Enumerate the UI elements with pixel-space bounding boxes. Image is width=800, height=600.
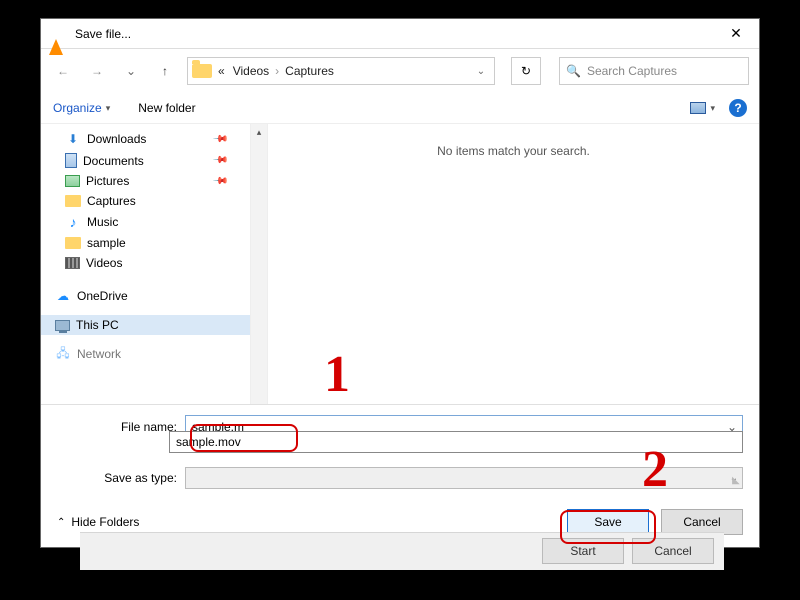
sidebar-item-downloads[interactable]: ⬇ Downloads 📌 [41,128,250,150]
path-dropdown[interactable]: ⌄ [472,66,490,77]
view-icon [690,102,706,114]
save-label: Save [594,515,621,529]
background-dialog: Start Cancel [80,532,724,570]
new-folder-button[interactable]: New folder [138,101,195,115]
organize-label: Organize [53,101,102,115]
nav-row: ← → ⌄ ↑ « Videos › Captures ⌄ ↻ 🔍 Search… [41,49,759,93]
resize-grip-icon: ◢ [732,475,740,486]
pin-icon: 📌 [211,152,228,169]
close-button[interactable]: ✕ [721,25,751,42]
savetype-row: Save as type: ⌄ ◢ [57,467,743,489]
music-icon: ♪ [65,214,81,230]
savetype-label: Save as type: [57,471,177,485]
sidebar-item-label: Videos [86,256,122,270]
savetype-dropdown[interactable]: ⌄ ◢ [185,467,743,489]
bg-start-button[interactable]: Start [542,538,624,564]
sidebar-item-documents[interactable]: Documents 📌 [41,150,250,171]
bg-cancel-button[interactable]: Cancel [632,538,714,564]
document-icon [65,153,77,168]
sidebar-scrollbar[interactable]: ▴ [251,124,268,404]
toolbar: Organize ▾ New folder ▾ ? [41,93,759,124]
sidebar-item-label: This PC [76,318,119,332]
search-icon: 🔍 [566,64,581,78]
bg-cancel-label: Cancel [654,544,691,558]
view-area: ⬇ Downloads 📌 Documents 📌 Pictures 📌 Capture… [41,124,759,404]
sidebar-item-label: Network [77,347,121,361]
filename-label: File name: [57,420,177,434]
organize-button[interactable]: Organize ▾ [53,101,110,115]
bg-start-label: Start [570,544,595,558]
content-pane: ▴ No items match your search. [251,124,759,404]
sidebar-item-label: Captures [87,194,136,208]
sidebar-item-label: Downloads [87,132,146,146]
save-file-dialog: Save file... ✕ ← → ⌄ ↑ « Videos › Captur… [40,18,760,548]
view-mode-button[interactable]: ▾ [690,102,715,114]
pin-icon: 📌 [211,173,228,190]
sidebar-item-videos[interactable]: Videos [41,253,250,273]
scroll-up-icon[interactable]: ▴ [251,124,268,141]
sidebar: ⬇ Downloads 📌 Documents 📌 Pictures 📌 Capture… [41,124,251,404]
sidebar-item-captures[interactable]: Captures [41,191,250,211]
sidebar-item-sample[interactable]: sample [41,233,250,253]
onedrive-icon: ☁ [55,288,71,304]
download-icon: ⬇ [65,131,81,147]
title-bar: Save file... ✕ [41,19,759,49]
vlc-icon [49,25,67,43]
bottom-panel: File name: ⌄ sample.mov Save as type: ⌄ … [41,404,759,547]
sidebar-item-pictures[interactable]: Pictures 📌 [41,171,250,191]
folder-icon [65,237,81,249]
pictures-icon [65,175,80,187]
breadcrumb-separator: › [275,64,279,78]
video-icon [65,257,80,269]
sidebar-item-label: sample [87,236,126,250]
chevron-up-icon: ⌃ [57,517,65,528]
refresh-button[interactable]: ↻ [511,57,541,85]
folder-icon [192,64,212,78]
sidebar-item-onedrive[interactable]: ☁ OneDrive [41,285,250,307]
search-input[interactable]: 🔍 Search Captures [559,57,749,85]
back-button[interactable]: ← [51,59,75,83]
window-title: Save file... [75,27,721,41]
sidebar-item-this-pc[interactable]: This PC [41,315,250,335]
hide-folders-button[interactable]: ⌃ Hide Folders [57,515,139,529]
cancel-label: Cancel [683,515,720,529]
refresh-icon: ↻ [521,64,531,78]
sidebar-item-label: OneDrive [77,289,128,303]
sidebar-item-music[interactable]: ♪ Music [41,211,250,233]
breadcrumb-captures[interactable]: Captures [283,64,336,78]
breadcrumb-videos[interactable]: Videos [231,64,271,78]
help-button[interactable]: ? [729,99,747,117]
chevron-down-icon: ▾ [710,103,715,114]
suggestion-text: sample.mov [176,435,241,449]
empty-message: No items match your search. [268,124,759,158]
filename-suggestion[interactable]: sample.mov [169,431,743,453]
chevron-down-icon[interactable]: ⌄ [119,59,143,83]
sidebar-item-label: Music [87,215,118,229]
sidebar-item-network[interactable]: 🖧 Network [41,343,250,365]
pc-icon [55,320,70,331]
address-bar[interactable]: « Videos › Captures ⌄ [187,57,495,85]
up-button[interactable]: ↑ [153,59,177,83]
folder-icon [65,195,81,207]
forward-button[interactable]: → [85,59,109,83]
sidebar-item-label: Documents [83,154,144,168]
breadcrumb-prefix: « [216,64,227,78]
sidebar-item-label: Pictures [86,174,129,188]
network-icon: 🖧 [55,346,71,362]
pin-icon: 📌 [211,131,228,148]
chevron-down-icon: ▾ [106,103,111,114]
search-placeholder: Search Captures [587,64,677,78]
hide-folders-label: Hide Folders [71,515,139,529]
